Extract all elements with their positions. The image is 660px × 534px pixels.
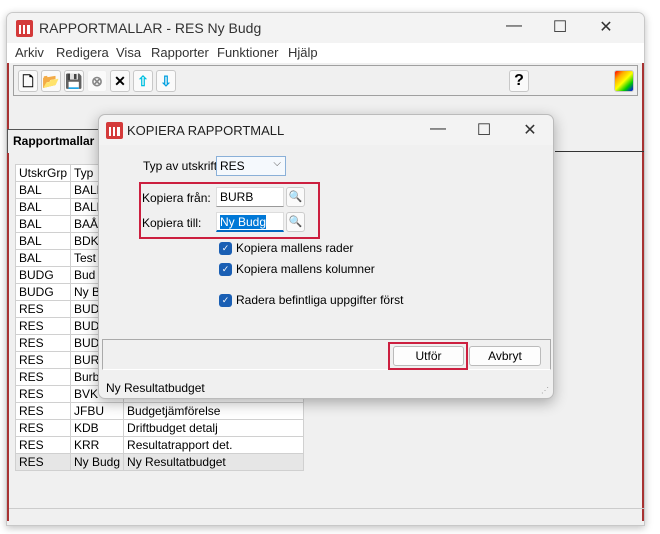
tab-divider: [555, 151, 644, 152]
checkbox-label: Kopiera mallens kolumner: [236, 262, 375, 276]
window-border: [642, 61, 644, 521]
table-cell: RES: [15, 317, 71, 335]
table-cell: Ny Budg: [69, 453, 125, 471]
print-type-select[interactable]: RES ⌵: [216, 156, 286, 176]
dialog-title-bar: KOPIERA RAPPORTMALL — ☐ ✕: [99, 115, 553, 145]
menu-visa[interactable]: Visa: [116, 45, 141, 60]
dialog-title: KOPIERA RAPPORTMALL: [127, 123, 285, 138]
delete-icon[interactable]: ✕: [110, 70, 130, 92]
table-cell: RES: [15, 436, 71, 454]
menu-arkiv[interactable]: Arkiv: [15, 45, 44, 60]
new-document-icon[interactable]: 🗋: [18, 70, 38, 92]
table-row[interactable]: RES KDB Driftbudget detalj: [15, 419, 305, 437]
app-icon: [16, 20, 33, 37]
table-cell: RES: [15, 419, 71, 437]
menu-redigera[interactable]: Redigera: [56, 45, 109, 60]
toolbar: 🗋 📂 💾 ⊗ ✕ ⇧ ⇩ ?: [13, 65, 638, 96]
print-type-label: Typ av utskrift:: [143, 159, 221, 173]
table-cell: Resultatrapport det.: [123, 436, 305, 454]
resize-grip[interactable]: ⋰: [541, 386, 549, 395]
copy-template-dialog: KOPIERA RAPPORTMALL — ☐ ✕ Typ av utskrif…: [98, 114, 554, 399]
maximize-button[interactable]: ☐: [545, 17, 575, 37]
menu-rapporter[interactable]: Rapporter: [151, 45, 209, 60]
binoculars-icon[interactable]: 🔍: [286, 187, 305, 207]
table-cell: BAL: [15, 198, 71, 216]
table-cell: BUDG: [15, 266, 71, 284]
divider: [9, 508, 644, 509]
execute-button[interactable]: Utför: [393, 346, 464, 366]
copy-to-label: Kopiera till:: [142, 216, 202, 230]
print-type-value: RES: [220, 159, 245, 173]
table-cell: RES: [15, 334, 71, 352]
copy-to-value: Ny Budg: [220, 215, 267, 229]
title-bar: RAPPORTMALLAR - RES Ny Budg — ☐ ✕: [7, 13, 644, 43]
table-cell: KRR: [69, 436, 125, 454]
table-cell: BAL: [15, 249, 71, 267]
table-cell: RES: [15, 453, 71, 471]
arrow-up-icon[interactable]: ⇧: [133, 70, 153, 92]
table-cell: KDB: [69, 419, 125, 437]
open-folder-icon[interactable]: 📂: [41, 70, 61, 92]
table-cell: BUDG: [15, 283, 71, 301]
close-button[interactable]: ✕: [591, 17, 621, 37]
menu-bar: Arkiv Redigera Visa Rapporter Funktioner…: [7, 43, 644, 63]
table-cell: RES: [15, 402, 71, 420]
copy-from-label: Kopiera från:: [142, 191, 211, 205]
table-row[interactable]: RES KRR Resultatrapport det.: [15, 436, 305, 454]
minimize-button[interactable]: —: [499, 17, 529, 35]
copy-from-input[interactable]: BURB: [216, 187, 284, 207]
binoculars-icon[interactable]: 🔍: [286, 212, 305, 232]
table-cell: Budgetjämförelse: [123, 402, 305, 420]
cancel-icon[interactable]: ⊗: [87, 70, 107, 92]
table-cell: RES: [15, 300, 71, 318]
chevron-down-icon: ⌵: [273, 158, 281, 169]
arrow-down-icon[interactable]: ⇩: [156, 70, 176, 92]
table-cell: BAL: [15, 181, 71, 199]
table-row[interactable]: RES JFBU Budgetjämförelse: [15, 402, 305, 420]
checkbox-label: Radera befintliga uppgifter först: [236, 293, 404, 307]
save-icon[interactable]: 💾: [64, 70, 84, 92]
close-button[interactable]: ✕: [515, 120, 545, 140]
checkbox-label: Kopiera mallens rader: [236, 241, 354, 255]
checkbox-delete-existing[interactable]: ✓: [219, 294, 232, 307]
status-bar: Ny Resultatbudget: [106, 381, 205, 395]
table-row[interactable]: RES Ny Budg Ny Resultatbudget: [15, 453, 305, 471]
menu-hjalp[interactable]: Hjälp: [288, 45, 318, 60]
table-cell: RES: [15, 351, 71, 369]
table-cell: JFBU: [69, 402, 125, 420]
table-cell: Ny Resultatbudget: [123, 453, 305, 471]
table-cell: RES: [15, 385, 71, 403]
tab-rapportmallar[interactable]: Rapportmallar: [7, 129, 99, 153]
palette-icon[interactable]: [614, 70, 634, 92]
app-icon: [106, 122, 123, 139]
table-cell: BAL: [15, 232, 71, 250]
column-header[interactable]: UtskrGrp: [15, 164, 71, 182]
help-icon[interactable]: ?: [509, 70, 529, 92]
table-cell: Driftbudget detalj: [123, 419, 305, 437]
menu-funktioner[interactable]: Funktioner: [217, 45, 278, 60]
copy-to-input[interactable]: Ny Budg: [216, 212, 284, 232]
window-title: RAPPORTMALLAR - RES Ny Budg: [39, 20, 262, 36]
table-cell: RES: [15, 368, 71, 386]
checkbox-copy-rows[interactable]: ✓: [219, 242, 232, 255]
checkbox-copy-columns[interactable]: ✓: [219, 263, 232, 276]
minimize-button[interactable]: —: [423, 120, 453, 138]
table-cell: BAL: [15, 215, 71, 233]
maximize-button[interactable]: ☐: [469, 120, 499, 140]
cancel-button[interactable]: Avbryt: [469, 346, 541, 366]
